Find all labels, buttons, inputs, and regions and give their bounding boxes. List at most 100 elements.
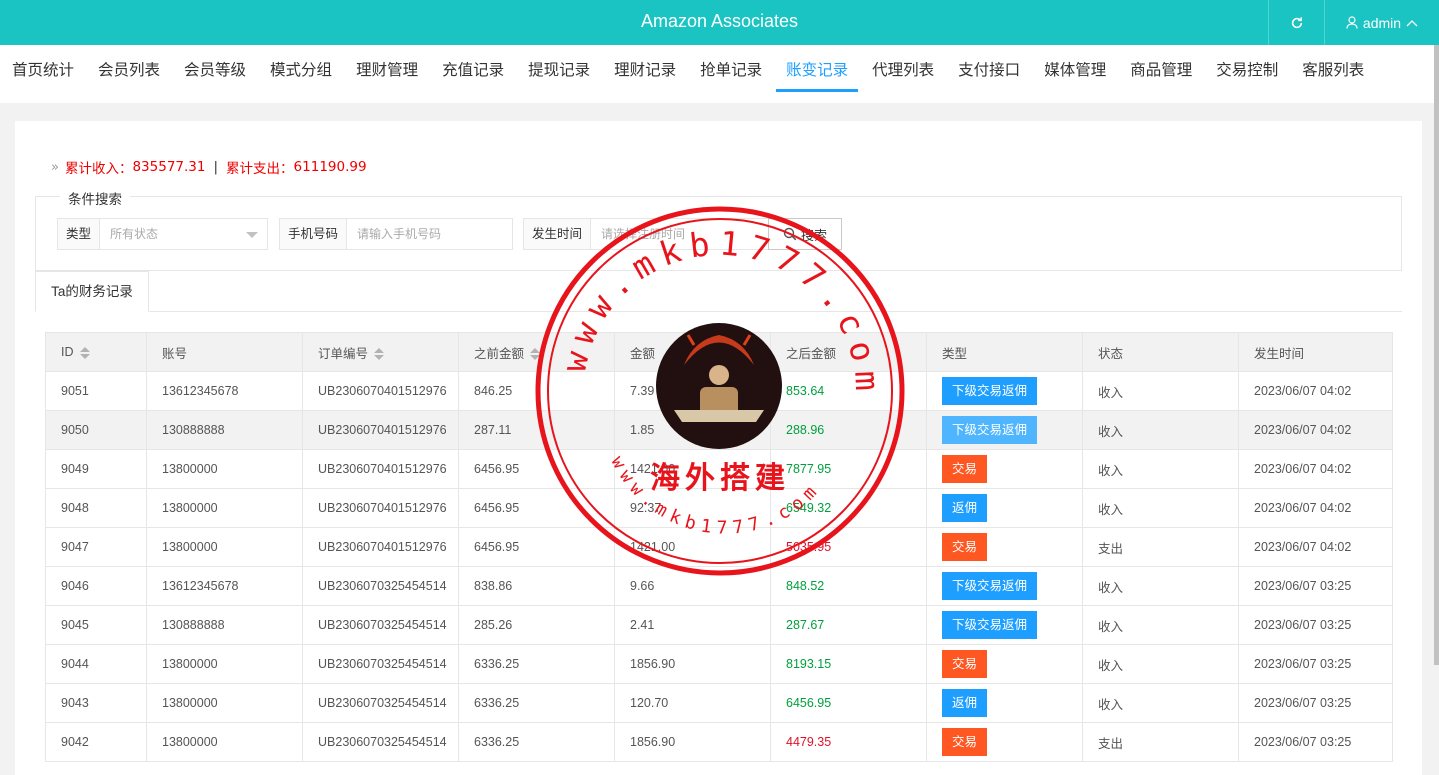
nav-item[interactable]: 抢单记录 <box>688 45 774 103</box>
col-after: 之后金额 <box>770 332 927 372</box>
cell-type: 下级交易返佣 <box>926 371 1083 411</box>
col-before[interactable]: 之前金额 <box>458 332 615 372</box>
nav-item[interactable]: 客服列表 <box>1290 45 1376 103</box>
cell-amount: 1421.00 <box>614 449 771 489</box>
cell-after: 6456.95 <box>770 683 927 723</box>
cell-order: UB2306070401512976 <box>302 410 459 450</box>
cell-id: 9046 <box>45 566 147 606</box>
nav-item[interactable]: 充值记录 <box>430 45 516 103</box>
cell-account: 130888888 <box>146 605 303 645</box>
cell-id: 9042 <box>45 722 147 762</box>
type-value[interactable]: 所有状态 <box>100 219 267 249</box>
cell-account: 130888888 <box>146 410 303 450</box>
nav-item[interactable]: 会员等级 <box>172 45 258 103</box>
cell-account: 13800000 <box>146 449 303 489</box>
cell-time: 2023/06/07 03:25 <box>1238 605 1393 645</box>
cell-id: 9047 <box>45 527 147 567</box>
summary-separator: | <box>213 159 219 175</box>
top-bar: Amazon Associates admin <box>0 0 1439 45</box>
cell-type: 下级交易返佣 <box>926 410 1083 450</box>
table-row: 9050 130888888 UB2306070401512976 287.11 1.8… <box>45 410 1393 450</box>
cell-account: 13800000 <box>146 683 303 723</box>
cell-status: 收入 <box>1082 566 1239 606</box>
nav-item[interactable]: 提现记录 <box>516 45 602 103</box>
cell-amount: 2.41 <box>614 605 771 645</box>
page-scrollbar[interactable] <box>1434 45 1439 665</box>
type-select[interactable]: 类型 所有状态 <box>57 218 268 250</box>
col-account: 账号 <box>146 332 303 372</box>
cell-id: 9044 <box>45 644 147 684</box>
sort-icon[interactable] <box>79 346 90 359</box>
nav-item[interactable]: 商品管理 <box>1118 45 1204 103</box>
chevron-up-icon <box>1406 19 1418 26</box>
nav-item[interactable]: 首页统计 <box>0 45 86 103</box>
cell-order: UB2306070401512976 <box>302 488 459 528</box>
nav-item[interactable]: 交易控制 <box>1204 45 1290 103</box>
cell-order: UB2306070325454514 <box>302 644 459 684</box>
type-badge: 下级交易返佣 <box>942 416 1038 444</box>
nav-item[interactable]: 代理列表 <box>860 45 946 103</box>
cell-id: 9051 <box>45 371 147 411</box>
type-badge: 返佣 <box>942 494 988 522</box>
cell-amount: 9.66 <box>614 566 771 606</box>
sort-icon[interactable] <box>530 348 541 361</box>
refresh-icon <box>1291 16 1302 28</box>
phone-input[interactable]: 请输入手机号码 <box>347 219 512 249</box>
col-order[interactable]: 订单编号 <box>302 332 459 372</box>
col-id[interactable]: ID <box>45 332 147 372</box>
cell-id: 9050 <box>45 410 147 450</box>
records-table: ID 账号 订单编号 之前金额 金额 之后金额 类型 状态 发生时间 9051 1… <box>45 332 1393 762</box>
table-row: 9051 13612345678 UB2306070401512976 846.25 7… <box>45 371 1393 411</box>
time-input[interactable]: 请选择注册时间 <box>591 219 768 249</box>
double-chevron-icon: » <box>51 159 59 175</box>
user-icon <box>1346 16 1358 29</box>
cell-account: 13800000 <box>146 722 303 762</box>
cell-time: 2023/06/07 03:25 <box>1238 722 1393 762</box>
cell-before: 6456.95 <box>458 527 615 567</box>
cell-status: 支出 <box>1082 527 1239 567</box>
nav-item[interactable]: 理财记录 <box>602 45 688 103</box>
time-label: 发生时间 <box>524 219 592 249</box>
cell-type: 交易 <box>926 722 1083 762</box>
cell-type: 交易 <box>926 527 1083 567</box>
cell-status: 收入 <box>1082 488 1239 528</box>
cell-type: 交易 <box>926 449 1083 489</box>
type-badge: 下级交易返佣 <box>942 572 1038 600</box>
phone-field[interactable]: 手机号码 请输入手机号码 <box>279 218 513 250</box>
nav-item[interactable]: 账变记录 <box>774 45 860 103</box>
nav-item[interactable]: 会员列表 <box>86 45 172 103</box>
type-badge: 返佣 <box>942 689 988 717</box>
cell-type: 下级交易返佣 <box>926 566 1083 606</box>
col-status: 状态 <box>1082 332 1239 372</box>
cell-account: 13800000 <box>146 488 303 528</box>
nav-item[interactable]: 模式分组 <box>258 45 344 103</box>
cell-after: 288.96 <box>770 410 927 450</box>
cell-after: 6549.32 <box>770 488 927 528</box>
cell-status: 收入 <box>1082 410 1239 450</box>
tab-bar: Ta的财务记录 <box>35 271 1402 312</box>
tab-finance-records[interactable]: Ta的财务记录 <box>35 271 149 312</box>
cell-amount: 1421.00 <box>614 527 771 567</box>
refresh-button[interactable] <box>1268 0 1324 45</box>
totals-summary: » 累计收入： 835577.31 | 累计支出： 611190.99 <box>51 157 367 177</box>
expense-label: 累计支出： <box>226 161 294 177</box>
nav-item[interactable]: 媒体管理 <box>1032 45 1118 103</box>
cell-order: UB2306070325454514 <box>302 722 459 762</box>
table-row: 9044 13800000 UB2306070325454514 6336.25 185… <box>45 644 1393 684</box>
time-field[interactable]: 发生时间 请选择注册时间 <box>523 218 769 250</box>
cell-type: 交易 <box>926 644 1083 684</box>
table-row: 9047 13800000 UB2306070401512976 6456.95 142… <box>45 527 1393 567</box>
cell-after: 287.67 <box>770 605 927 645</box>
cell-id: 9049 <box>45 449 147 489</box>
cell-id: 9048 <box>45 488 147 528</box>
sort-icon[interactable] <box>374 348 385 361</box>
cell-time: 2023/06/07 03:25 <box>1238 644 1393 684</box>
search-panel: 条件搜索 类型 所有状态 手机号码 请输入手机号码 发生时间 请选择注册时间 搜… <box>35 188 1402 271</box>
search-button[interactable]: 搜索 <box>768 218 842 250</box>
cell-before: 285.26 <box>458 605 615 645</box>
nav-item[interactable]: 理财管理 <box>344 45 430 103</box>
user-menu[interactable]: admin <box>1324 0 1439 45</box>
nav-item[interactable]: 支付接口 <box>946 45 1032 103</box>
search-icon <box>783 227 797 241</box>
type-badge: 下级交易返佣 <box>942 611 1038 639</box>
